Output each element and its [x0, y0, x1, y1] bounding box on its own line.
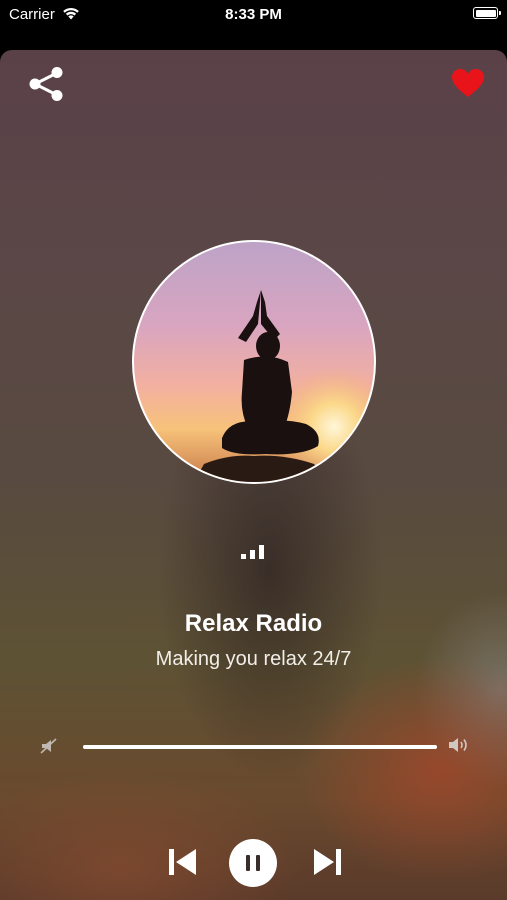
share-icon[interactable] [26, 64, 66, 104]
skip-previous-icon[interactable] [164, 846, 200, 878]
volume-slider[interactable] [83, 745, 437, 749]
signal-bars-icon [241, 545, 264, 559]
status-bar: Carrier 8:33 PM [0, 0, 507, 30]
skip-next-icon[interactable] [310, 846, 346, 878]
heart-icon[interactable] [451, 68, 485, 98]
pause-button[interactable] [229, 839, 277, 887]
status-time: 8:33 PM [225, 6, 282, 23]
volume-slider-fill [83, 745, 437, 749]
station-tagline: Making you relax 24/7 [155, 648, 352, 670]
pause-icon-bar [256, 855, 260, 871]
station-artwork [132, 240, 376, 484]
station-name: Relax Radio [184, 610, 323, 637]
battery-level [475, 9, 496, 17]
pause-icon [246, 855, 250, 871]
volume-up-icon [449, 738, 467, 752]
yoga-silhouette-image [194, 290, 374, 482]
player-sheet: Relax Radio Making you relax 24/7 [0, 50, 507, 900]
battery-icon [473, 7, 501, 19]
volume-mute-icon [40, 738, 57, 754]
